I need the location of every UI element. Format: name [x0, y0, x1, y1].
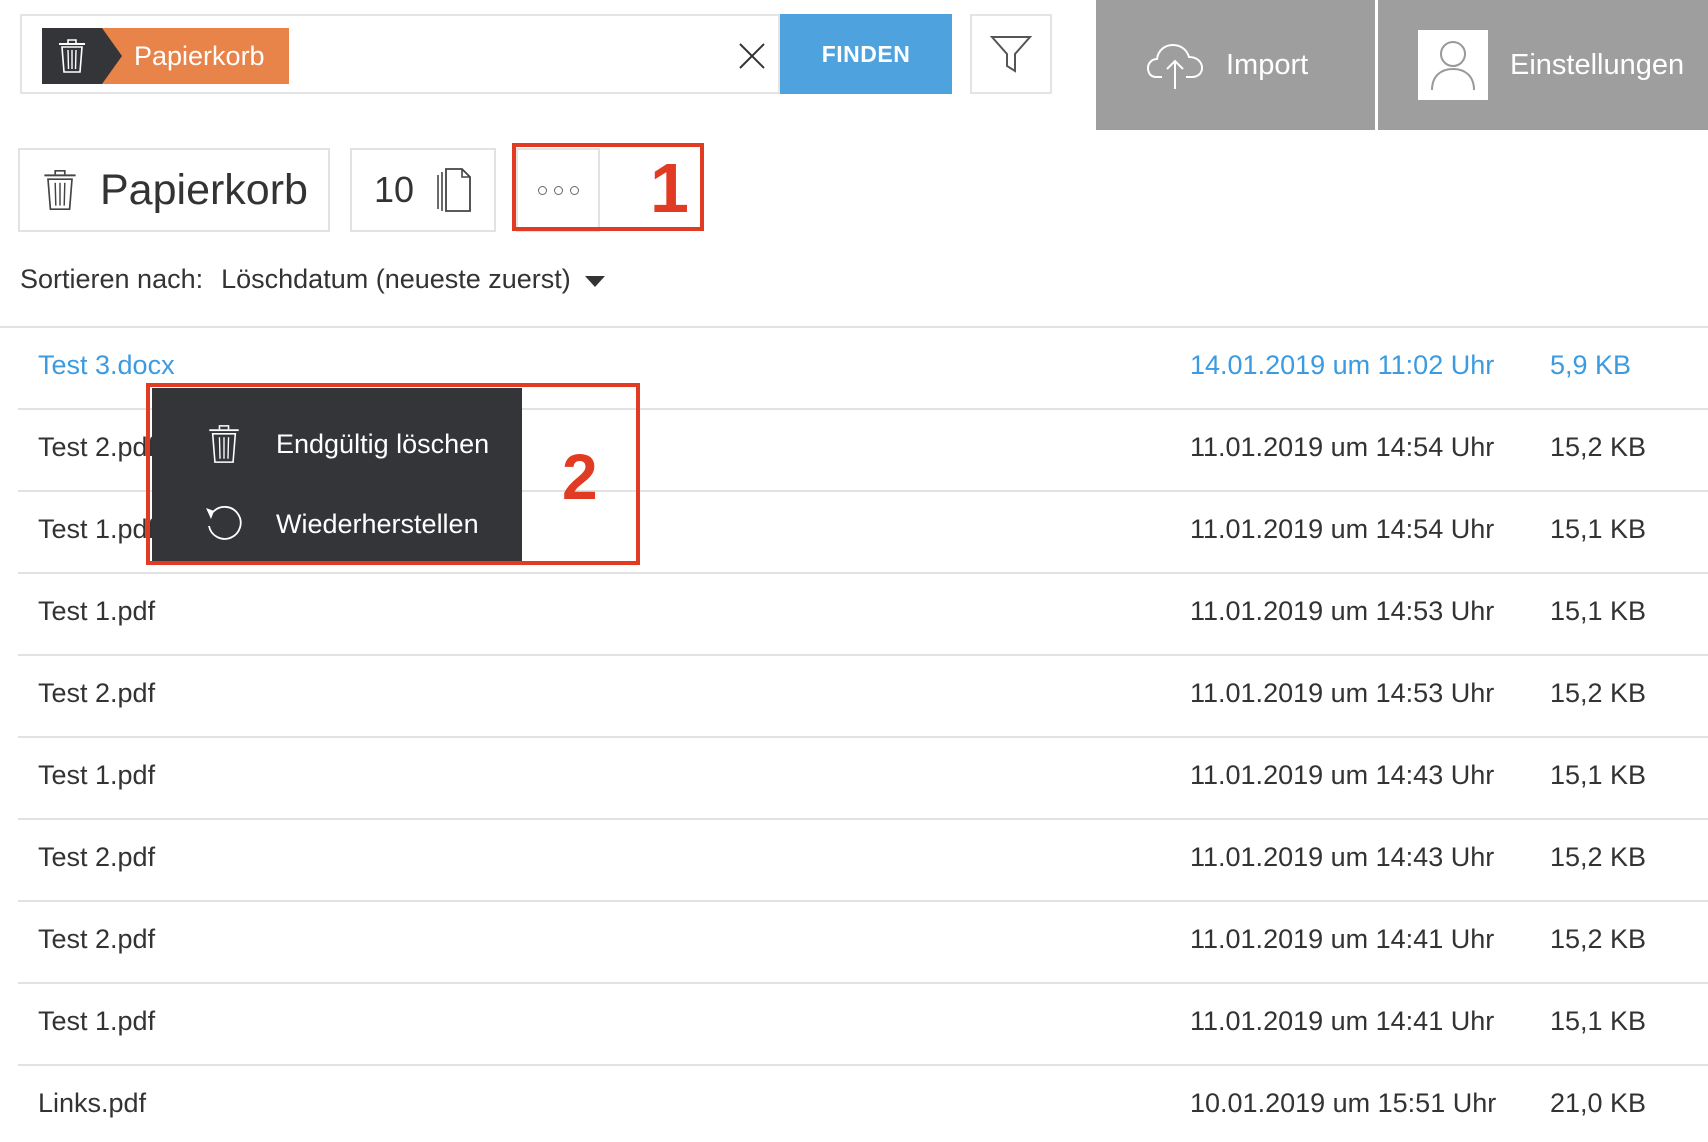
- file-name[interactable]: Test 3.docx: [38, 350, 175, 381]
- user-icon: [1431, 41, 1475, 91]
- filter-chip-trash[interactable]: Papierkorb: [42, 28, 289, 84]
- file-size: 15,2 KB: [1550, 842, 1647, 872]
- funnel-icon: [989, 36, 1033, 73]
- page-title: Papierkorb: [100, 165, 308, 214]
- search-box[interactable]: Papierkorb: [20, 14, 780, 94]
- file-size: 21,0 KB: [1550, 1088, 1647, 1118]
- file-date: 11.01.2019 um 14:54 Uhr: [1190, 514, 1495, 544]
- file-date: 14.01.2019 um 11:02 Uhr: [1190, 350, 1495, 380]
- table-row[interactable]: Test 2.pdf 11.01.2019 um 14:53 Uhr 15,2 …: [18, 656, 1708, 738]
- sort-control[interactable]: Sortieren nach: Löschdatum (neueste zuer…: [20, 264, 605, 295]
- document-count-value: 10: [374, 169, 415, 210]
- file-date: 11.01.2019 um 14:43 Uhr: [1190, 842, 1495, 872]
- file-name[interactable]: Test 2.pdf: [38, 678, 155, 709]
- trash-icon: [44, 169, 76, 211]
- chip-label: Papierkorb: [122, 28, 289, 84]
- settings-button[interactable]: Einstellungen: [1378, 0, 1708, 130]
- filter-button[interactable]: [970, 14, 1052, 94]
- find-button[interactable]: FINDEN: [780, 14, 952, 94]
- file-size: 15,1 KB: [1550, 760, 1647, 790]
- file-name[interactable]: Test 1.pdf: [38, 596, 155, 627]
- import-label: Import: [1226, 48, 1309, 81]
- documents-icon: [437, 168, 471, 212]
- close-icon: [739, 43, 765, 69]
- file-date: 11.01.2019 um 14:53 Uhr: [1190, 678, 1495, 708]
- file-size: 15,2 KB: [1550, 678, 1647, 708]
- file-size: 15,1 KB: [1550, 514, 1647, 544]
- avatar: [1418, 30, 1488, 100]
- file-size: 15,1 KB: [1550, 596, 1647, 626]
- annotation-number-2: 2: [562, 441, 598, 513]
- table-row[interactable]: Test 1.pdf 11.01.2019 um 14:41 Uhr 15,1 …: [18, 984, 1708, 1066]
- table-row[interactable]: Test 1.pdf 11.01.2019 um 14:53 Uhr 15,1 …: [18, 574, 1708, 656]
- file-name[interactable]: Test 1.pdf: [38, 1006, 155, 1037]
- table-row[interactable]: Test 2.pdf 11.01.2019 um 14:41 Uhr 15,2 …: [18, 902, 1708, 984]
- file-date: 11.01.2019 um 14:53 Uhr: [1190, 596, 1495, 626]
- file-date: 10.01.2019 um 15:51 Uhr: [1190, 1088, 1497, 1118]
- folder-title: Papierkorb: [18, 148, 330, 232]
- file-name[interactable]: Links.pdf: [38, 1088, 146, 1119]
- file-date: 11.01.2019 um 14:41 Uhr: [1190, 924, 1495, 954]
- file-size: 15,1 KB: [1550, 1006, 1647, 1036]
- file-date: 11.01.2019 um 14:54 Uhr: [1190, 432, 1495, 462]
- trash-icon: [42, 28, 102, 84]
- file-size: 15,2 KB: [1550, 432, 1647, 462]
- file-name[interactable]: Test 1.pdf: [38, 514, 155, 545]
- clear-search-button[interactable]: [734, 38, 770, 74]
- sort-label: Sortieren nach:: [20, 264, 204, 294]
- table-row[interactable]: Test 2.pdf 11.01.2019 um 14:43 Uhr 15,2 …: [18, 820, 1708, 902]
- table-row[interactable]: Test 1.pdf 11.01.2019 um 14:43 Uhr 15,1 …: [18, 738, 1708, 820]
- caret-down-icon[interactable]: [584, 275, 605, 287]
- import-button[interactable]: Import: [1096, 0, 1375, 130]
- cloud-upload-icon: [1146, 43, 1204, 89]
- document-count: 10: [350, 148, 496, 232]
- file-date: 11.01.2019 um 14:43 Uhr: [1190, 760, 1495, 790]
- settings-label: Einstellungen: [1510, 48, 1685, 81]
- file-size: 5,9 KB: [1550, 350, 1632, 380]
- file-name[interactable]: Test 2.pdf: [38, 924, 155, 955]
- file-name[interactable]: Test 2.pdf: [38, 842, 155, 873]
- file-name[interactable]: Test 1.pdf: [38, 760, 155, 791]
- annotation-number-1: 1: [650, 149, 689, 227]
- sort-value[interactable]: Löschdatum (neueste zuerst): [221, 264, 571, 295]
- table-row[interactable]: Links.pdf 10.01.2019 um 15:51 Uhr 21,0 K…: [18, 1066, 1708, 1142]
- file-date: 11.01.2019 um 14:41 Uhr: [1190, 1006, 1495, 1036]
- file-size: 15,2 KB: [1550, 924, 1647, 954]
- file-name[interactable]: Test 2.pdf: [38, 432, 155, 463]
